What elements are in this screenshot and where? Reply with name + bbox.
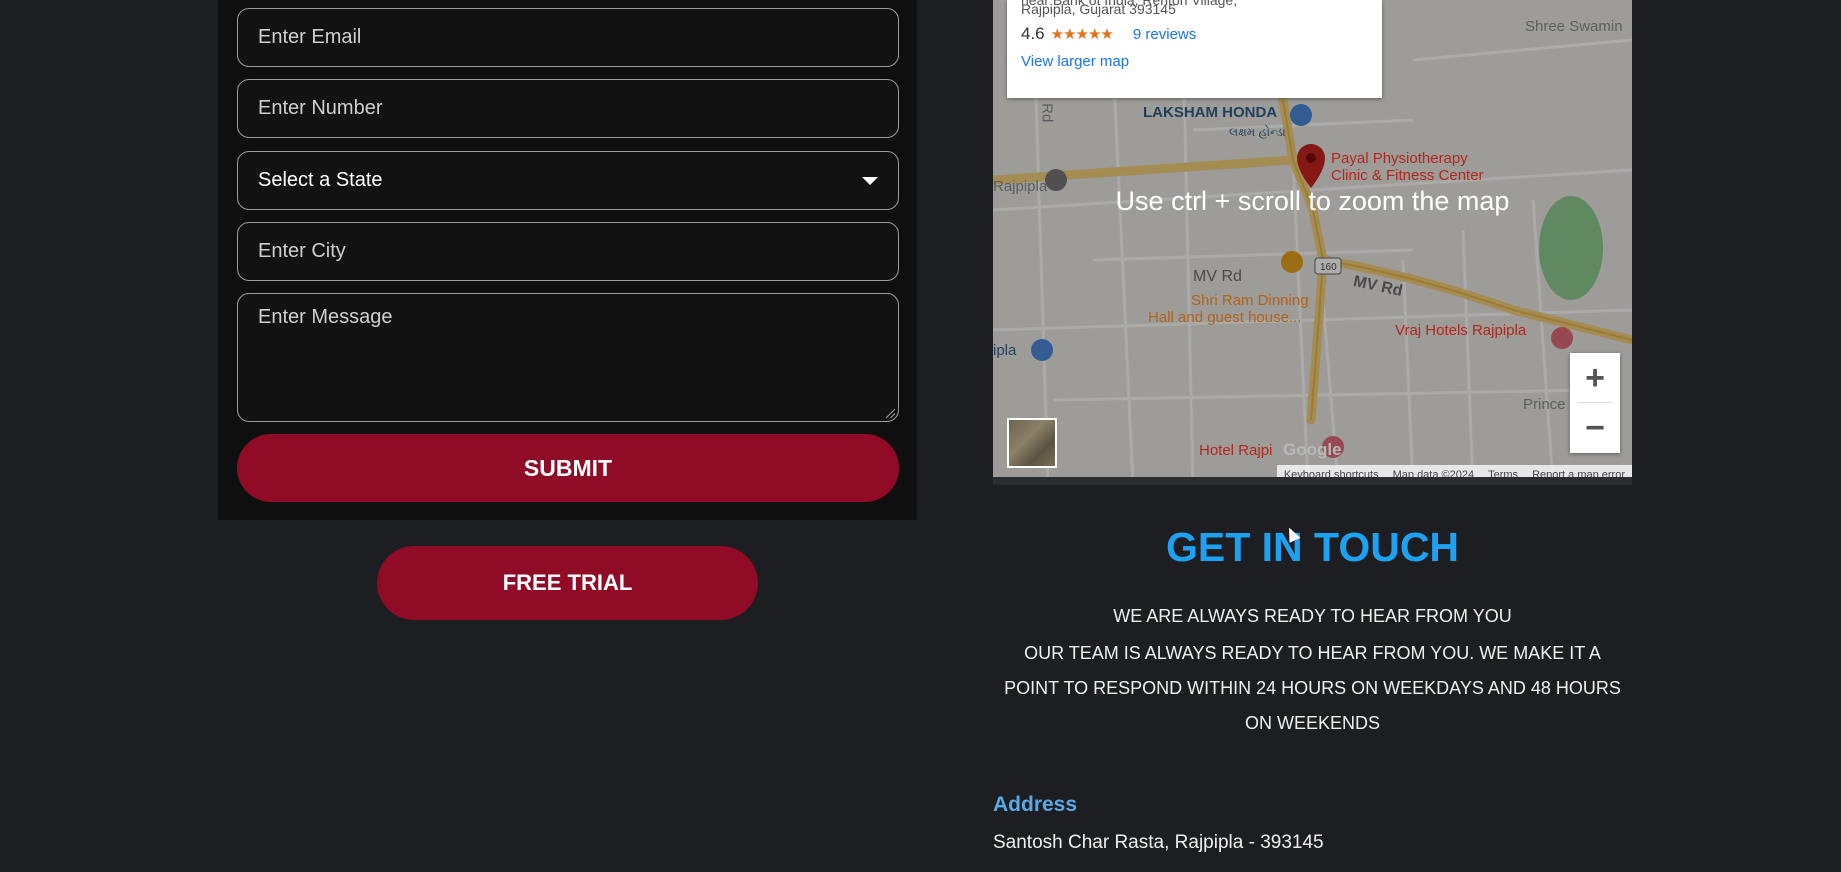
view-larger-map-link[interactable]: View larger map bbox=[1021, 53, 1368, 70]
map-label-vraj-hotels: Vraj Hotels Rajpipla bbox=[1395, 322, 1527, 339]
state-selected-value: Select a State bbox=[258, 169, 383, 191]
address-value: Santosh Char Rasta, Rajpipla - 393145 bbox=[993, 832, 1324, 853]
map-label-shree-swami: Shree Swamin bbox=[1525, 18, 1623, 35]
email-placeholder: Enter Email bbox=[258, 26, 362, 48]
map-attribution-bar: Keyboard shortcuts Map data ©2024 Terms … bbox=[1276, 465, 1632, 481]
get-in-touch-body-line3: ON WEEKENDS bbox=[1244, 713, 1381, 733]
map-zoom-hint: Use ctrl + scroll to zoom the map bbox=[1115, 186, 1510, 216]
terms-link[interactable]: Terms bbox=[1481, 469, 1525, 477]
zoom-out-button[interactable]: − bbox=[1570, 403, 1620, 453]
get-in-touch-body-line2: POINT TO RESPOND WITHIN 24 HOURS ON WEEK… bbox=[1004, 678, 1621, 698]
minus-icon: − bbox=[1585, 408, 1605, 447]
map-label-prince: Prince bbox=[1523, 396, 1566, 413]
keyboard-shortcuts-link[interactable]: Keyboard shortcuts bbox=[1277, 469, 1386, 477]
place-rating-row: 4.6 ★★★★★ 9 reviews bbox=[1021, 24, 1368, 44]
map-label-payal-line1: Payal Physiotherapy bbox=[1331, 150, 1468, 167]
message-field[interactable]: Enter Message bbox=[237, 293, 899, 422]
zoom-control: + − bbox=[1570, 353, 1620, 453]
plus-icon: + bbox=[1585, 358, 1605, 397]
map-label-laksham-honda: LAKSHAM HONDA bbox=[1143, 104, 1278, 121]
email-field[interactable]: Enter Email bbox=[237, 8, 899, 67]
map-label-hotel-rajpi: Hotel Rajpi bbox=[1199, 442, 1273, 459]
number-field[interactable]: Enter Number bbox=[237, 79, 899, 138]
map-label-laksham-honda-local: લક્ષમ હોન્ડા bbox=[1229, 125, 1286, 139]
map-label-mv-rd-1: MV Rd bbox=[1193, 268, 1242, 285]
map-label-shri-ram-line1: Shri Ram Dinning bbox=[1191, 292, 1309, 309]
embedded-map[interactable]: Shree Swamin LAKSHAM HONDA લક્ષમ હોન્ડા … bbox=[993, 0, 1632, 485]
map-label-pipla: ipla bbox=[993, 342, 1017, 359]
contact-form-panel: Enter Email Enter Number Select a State … bbox=[218, 0, 917, 520]
resize-handle-icon[interactable] bbox=[886, 409, 895, 418]
message-placeholder: Enter Message bbox=[258, 306, 393, 328]
state-select[interactable]: Select a State bbox=[237, 151, 899, 210]
address-label: Address bbox=[993, 793, 1078, 816]
get-in-touch-body-line1: OUR TEAM IS ALWAYS READY TO HEAR FROM YO… bbox=[1024, 643, 1601, 663]
map-label-payal-line2: Clinic & Fitness Center bbox=[1331, 167, 1484, 184]
zoom-in-button[interactable]: + bbox=[1570, 353, 1620, 403]
free-trial-button[interactable]: FREE TRIAL bbox=[377, 546, 758, 620]
reviews-link[interactable]: 9 reviews bbox=[1133, 26, 1196, 43]
map-label-shri-ram-line2: Hall and guest house... bbox=[1148, 309, 1302, 326]
city-placeholder: Enter City bbox=[258, 240, 346, 262]
google-logo: Google bbox=[1283, 440, 1342, 459]
get-in-touch-heading: GET IN TOUCH bbox=[1165, 524, 1460, 570]
get-in-touch-lead: WE ARE ALWAYS READY TO HEAR FROM YOU bbox=[1113, 606, 1512, 626]
submit-button[interactable]: SUBMIT bbox=[237, 434, 899, 502]
chevron-down-icon bbox=[862, 176, 878, 185]
map-label-highway: 160 bbox=[1320, 262, 1337, 273]
map-data-text: Map data ©2024 bbox=[1392, 469, 1475, 481]
get-in-touch-body: OUR TEAM IS ALWAYS READY TO HEAR FROM YO… bbox=[993, 636, 1632, 741]
rating-stars-icon: ★★★★★ bbox=[1050, 26, 1114, 43]
number-placeholder: Enter Number bbox=[258, 97, 383, 119]
satellite-toggle[interactable] bbox=[1007, 418, 1057, 468]
place-info-card: near Bank of India, Renton Village, Rajp… bbox=[1007, 0, 1382, 98]
city-field[interactable]: Enter City bbox=[237, 222, 899, 281]
place-rating-value: 4.6 bbox=[1021, 24, 1045, 43]
report-map-error-link[interactable]: Report a map error bbox=[1525, 469, 1632, 477]
